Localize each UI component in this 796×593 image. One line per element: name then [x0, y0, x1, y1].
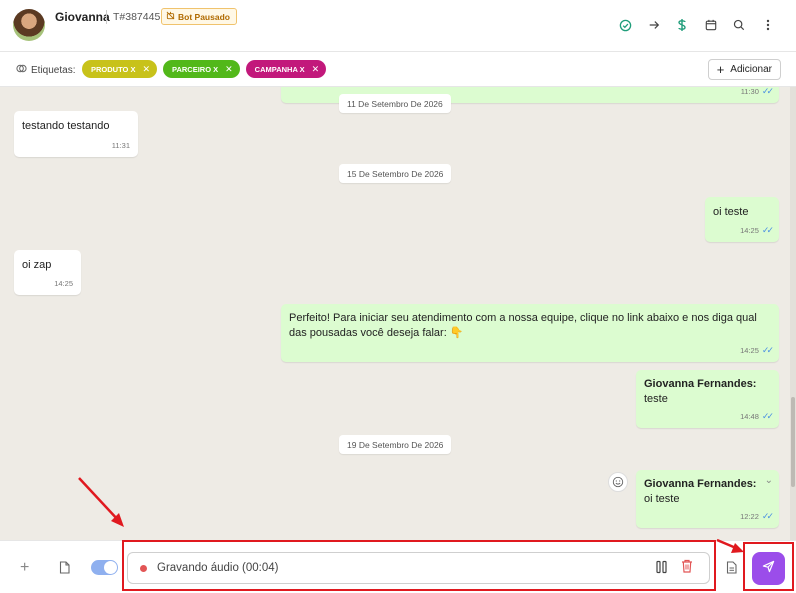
- chevron-down-icon[interactable]: ⌄: [765, 473, 773, 488]
- double-check-icon: ✓✓: [761, 411, 774, 421]
- message-sender: Giovanna Fernandes:: [644, 478, 757, 490]
- avatar[interactable]: [13, 9, 45, 41]
- bot-paused-label: Bot Pausado: [178, 11, 230, 22]
- document-icon[interactable]: [726, 561, 737, 577]
- header-divider: [106, 10, 107, 24]
- contact-name[interactable]: Giovanna: [55, 10, 110, 24]
- toggle-knob: [104, 561, 117, 574]
- message-time: 11:31: [111, 141, 130, 150]
- message-time: 14:25 ✓✓: [740, 343, 774, 358]
- robot-off-icon: [166, 11, 175, 22]
- annotation-box-recording: [122, 540, 716, 591]
- message-text: oi teste: [644, 493, 680, 505]
- double-check-icon: ✓✓: [761, 87, 774, 96]
- scrollbar-thumb[interactable]: [791, 397, 795, 487]
- chat-scrollbar[interactable]: [790, 87, 796, 540]
- dollar-icon[interactable]: [668, 14, 697, 36]
- tag-label: CAMPANHA X: [254, 64, 305, 74]
- message-time: 11:30 ✓✓: [741, 87, 774, 99]
- message-bubble-outgoing[interactable]: Perfeito! Para iniciar seu atendimento c…: [281, 304, 779, 362]
- message-text: testando testando: [22, 120, 110, 132]
- arrow-right-icon[interactable]: [640, 14, 669, 36]
- add-tag-label: Adicionar: [730, 64, 772, 75]
- plus-icon[interactable]: +: [20, 559, 29, 577]
- calendar-icon[interactable]: [697, 14, 726, 36]
- message-text: oi zap: [22, 259, 52, 271]
- chat-header: Giovanna T#387445 Bot Pausado: [0, 0, 796, 52]
- header-actions: [611, 14, 782, 36]
- message-bubble-outgoing[interactable]: oi teste 14:25 ✓✓: [705, 197, 779, 242]
- date-separator: 15 De Setembro De 2026: [339, 164, 452, 183]
- message-time: 14:25: [54, 279, 73, 288]
- tag-label: PRODUTO X: [91, 64, 136, 74]
- message-bubble-incoming[interactable]: testando testando 11:31: [14, 111, 138, 157]
- file-icon[interactable]: [59, 561, 70, 577]
- tag-parceiro[interactable]: PARCEIRO X ✕: [163, 60, 240, 78]
- bot-paused-badge: Bot Pausado: [161, 8, 237, 25]
- tags-label: Etiquetas:: [31, 65, 76, 76]
- close-icon[interactable]: ✕: [225, 64, 233, 75]
- message-text: Perfeito! Para iniciar seu atendimento c…: [289, 312, 757, 339]
- tag-produto[interactable]: PRODUTO X ✕: [82, 60, 157, 78]
- more-vertical-icon[interactable]: [754, 14, 783, 36]
- message-time: 12:22 ✓✓: [740, 509, 774, 524]
- chat-messages[interactable]: 11:30 ✓✓ 11 De Setembro De 2026 testando …: [0, 87, 796, 540]
- double-check-icon: ✓✓: [761, 225, 774, 235]
- message-bubble-outgoing[interactable]: Giovanna Fernandes: teste 14:48 ✓✓: [636, 370, 779, 428]
- close-icon[interactable]: ✕: [312, 64, 320, 75]
- add-tag-button[interactable]: + Adicionar: [707, 59, 781, 80]
- emoji-react-icon[interactable]: [608, 472, 628, 492]
- ticket-number: T#387445: [113, 11, 161, 23]
- plus-icon: +: [716, 62, 725, 77]
- message-bubble-outgoing[interactable]: ⌄ Giovanna Fernandes: oi teste 12:22 ✓✓: [636, 470, 779, 528]
- message-time: 14:48 ✓✓: [740, 409, 774, 424]
- check-circle-icon[interactable]: [611, 14, 640, 36]
- double-check-icon: ✓✓: [761, 511, 774, 521]
- message-time: 14:25 ✓✓: [740, 223, 774, 238]
- tag-label: PARCEIRO X: [172, 64, 219, 74]
- annotation-box-send: [743, 542, 794, 591]
- message-bubble-incoming[interactable]: oi zap 14:25: [14, 250, 81, 295]
- signature-toggle[interactable]: [91, 560, 118, 575]
- date-separator: 19 De Setembro De 2026: [339, 435, 452, 454]
- tags-bar: Etiquetas: PRODUTO X ✕ PARCEIRO X ✕ CAMP…: [0, 52, 796, 87]
- tags-list: PRODUTO X ✕ PARCEIRO X ✕ CAMPANHA X ✕: [82, 60, 327, 78]
- tag-icon: [16, 63, 27, 77]
- double-check-icon: ✓✓: [761, 345, 774, 355]
- search-icon[interactable]: [725, 14, 754, 36]
- date-separator: 11 De Setembro De 2026: [339, 94, 451, 113]
- close-icon[interactable]: ✕: [142, 64, 150, 75]
- tag-campanha[interactable]: CAMPANHA X ✕: [245, 60, 327, 78]
- message-text: teste: [644, 393, 668, 405]
- message-text: oi teste: [713, 206, 749, 218]
- message-sender: Giovanna Fernandes:: [644, 378, 757, 390]
